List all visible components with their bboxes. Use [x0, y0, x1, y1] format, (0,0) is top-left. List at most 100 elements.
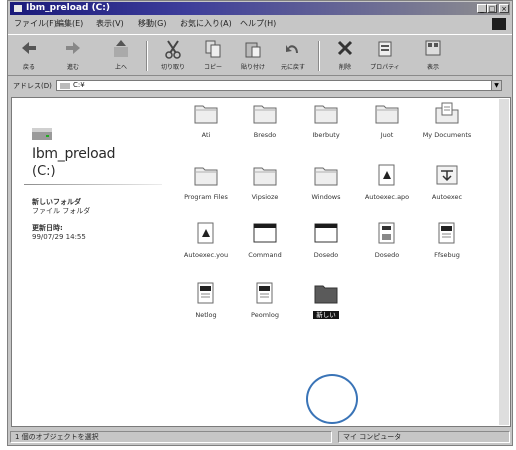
- menu-edit[interactable]: 編集(E): [56, 18, 83, 29]
- file-item[interactable]: Autoexec: [416, 164, 478, 222]
- drive-icon: [60, 83, 70, 89]
- back-label: 戻る: [22, 64, 35, 71]
- menu-view[interactable]: 表示(V): [96, 18, 124, 29]
- divider: [24, 184, 162, 185]
- file-icon: [378, 222, 395, 244]
- minimize-button[interactable]: _: [477, 4, 487, 13]
- views-icon: [425, 40, 441, 56]
- paste-button[interactable]: 貼り付け: [238, 39, 268, 73]
- highlight-circle: [306, 374, 358, 424]
- drive-letter: (C:): [32, 164, 56, 179]
- vertical-scrollbar[interactable]: [499, 99, 509, 425]
- forward-label: 進む: [66, 64, 79, 71]
- properties-button[interactable]: プロパティ: [370, 39, 400, 73]
- address-input[interactable]: C:¥ ▼: [56, 80, 502, 91]
- file-item-label: Ffsebug: [434, 251, 460, 259]
- delete-button[interactable]: 削除: [330, 39, 360, 73]
- folder-icon: [314, 285, 338, 304]
- web-view-panel: Ibm_preload (C:) 新しいフォルダ ファイル フォルダ 更新日時:…: [12, 98, 162, 426]
- views-button[interactable]: 表示: [418, 39, 448, 73]
- properties-label: プロパティ: [370, 64, 400, 71]
- file-item-label: Vipsioze: [251, 193, 279, 201]
- file-view: Ibm_preload (C:) 新しいフォルダ ファイル フォルダ 更新日時:…: [11, 97, 511, 427]
- file-item[interactable]: Ati: [175, 102, 237, 160]
- menu-bar: ファイル(F) 編集(E) 表示(V) 移動(G) お気に入り(A) ヘルプ(H…: [8, 16, 512, 31]
- menu-go[interactable]: 移動(G): [138, 18, 166, 29]
- address-value: C:¥: [73, 81, 85, 89]
- cut-button[interactable]: 切り取り: [158, 39, 188, 73]
- file-item[interactable]: Autoexec.apo: [356, 164, 418, 222]
- file-icon: [436, 165, 458, 185]
- menu-favorites[interactable]: お気に入り(A): [180, 18, 232, 29]
- toolbar-separator: [318, 41, 320, 71]
- selected-name: 新しいフォルダ: [32, 198, 81, 206]
- title-bar[interactable]: Ibm_preload (C:) _ □ ×: [10, 2, 510, 15]
- folder-icon: [314, 167, 338, 186]
- file-item[interactable]: Command: [234, 222, 296, 280]
- address-label: アドレス(D): [13, 82, 52, 90]
- file-item-label: Dosedo: [313, 251, 339, 259]
- file-item-label: Windows: [311, 193, 341, 201]
- up-button[interactable]: 上へ: [106, 39, 136, 73]
- selected-type: ファイル フォルダ: [32, 207, 91, 215]
- up-folder-icon: [114, 40, 128, 57]
- paste-label: 貼り付け: [240, 64, 265, 71]
- copy-label: コピー: [203, 64, 222, 71]
- folder-icon: [375, 105, 399, 124]
- file-item-label: Bresdo: [253, 131, 277, 139]
- up-label: 上へ: [114, 64, 127, 71]
- file-icon: [197, 282, 214, 304]
- file-item[interactable]: Dosedo: [356, 222, 418, 280]
- copy-button[interactable]: コピー: [198, 39, 228, 73]
- menu-file[interactable]: ファイル(F): [14, 18, 57, 29]
- views-label: 表示: [426, 64, 439, 71]
- toolbar: 戻る 進む 上へ 切り取り コピー 貼り付け 元に戻す 削除 プロパティ 表示: [8, 34, 512, 76]
- hard-drive-icon: [32, 128, 52, 140]
- modified-label: 更新日時:: [32, 224, 63, 232]
- chevron-down-icon[interactable]: ▼: [491, 81, 501, 90]
- cut-label: 切り取り: [160, 64, 185, 71]
- maximize-button[interactable]: □: [487, 4, 497, 13]
- file-item[interactable]: Juot: [356, 102, 418, 160]
- menu-help[interactable]: ヘルプ(H): [240, 18, 276, 29]
- undo-button[interactable]: 元に戻す: [278, 39, 308, 73]
- file-item[interactable]: Windows: [295, 164, 357, 222]
- drive-title: Ibm_preload: [32, 146, 116, 162]
- file-item[interactable]: Vipsioze: [234, 164, 296, 222]
- file-item[interactable]: Peomlog: [234, 282, 296, 340]
- file-icon: [197, 222, 214, 244]
- folder-icon: [194, 167, 218, 186]
- file-item[interactable]: Dosedo: [295, 222, 357, 280]
- toolbar-separator: [146, 41, 148, 71]
- modified-value: 99/07/29 14:55: [32, 233, 86, 241]
- scissors-icon: [165, 40, 181, 59]
- folder-icon: [253, 167, 277, 186]
- file-item-label: Iberbuty: [312, 131, 340, 139]
- folder-icon: [435, 102, 459, 124]
- selected-item-label: 新しい: [313, 311, 339, 319]
- folder-icon: [253, 105, 277, 124]
- file-item[interactable]: Autoexec.you: [175, 222, 237, 280]
- file-icon: [378, 164, 395, 186]
- status-zone: マイ コンピュータ: [338, 431, 510, 443]
- folder-icon: [314, 105, 338, 124]
- file-item-label: Command: [248, 251, 282, 259]
- file-item[interactable]: Bresdo: [234, 102, 296, 160]
- file-item[interactable]: Netlog: [175, 282, 237, 340]
- back-arrow-icon: [22, 42, 36, 54]
- back-button[interactable]: 戻る: [14, 39, 44, 73]
- close-button[interactable]: ×: [499, 4, 509, 13]
- file-item[interactable]: Ffsebug: [416, 222, 478, 280]
- file-item-label: 新しい: [291, 311, 361, 319]
- windows-flag-icon: [492, 18, 506, 30]
- paste-icon: [245, 42, 261, 58]
- forward-button[interactable]: 進む: [58, 39, 88, 73]
- file-item-label: Peomlog: [251, 311, 279, 319]
- file-item[interactable]: 新しい: [295, 282, 357, 340]
- file-item[interactable]: My Documents: [416, 102, 478, 160]
- delete-label: 削除: [338, 64, 351, 71]
- file-item-label: Autoexec: [431, 193, 463, 201]
- file-item[interactable]: Iberbuty: [295, 102, 357, 160]
- file-item[interactable]: Program Files: [175, 164, 237, 222]
- undo-label: 元に戻す: [280, 64, 305, 71]
